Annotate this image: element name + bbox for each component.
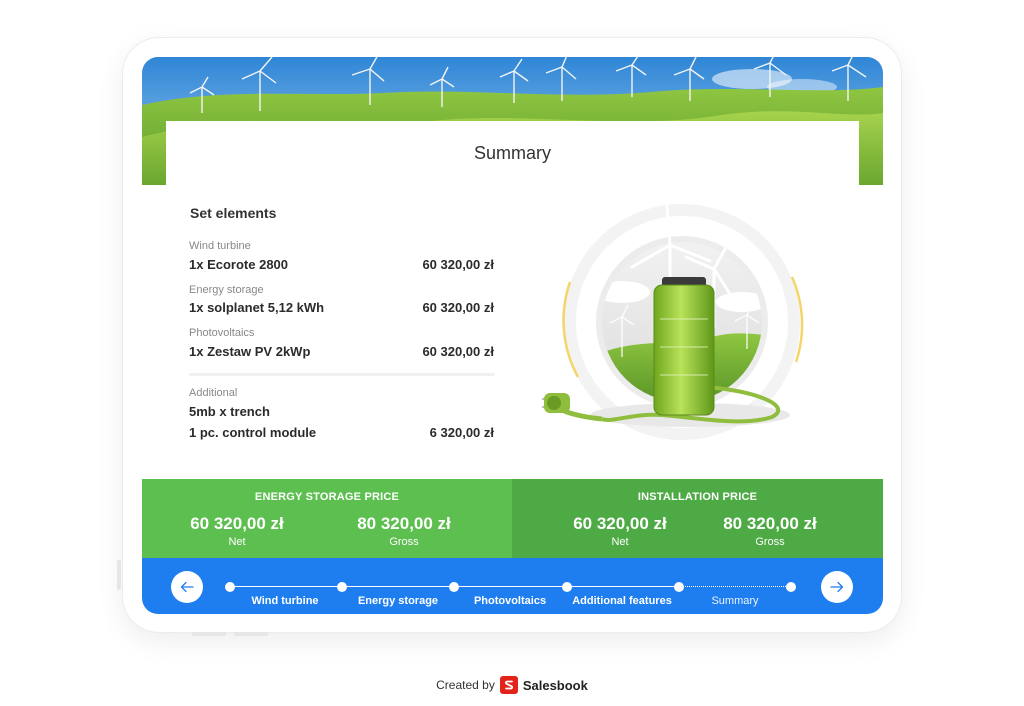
item-category: Energy storage bbox=[189, 284, 264, 296]
step-navigation: Wind turbine Energy storage Photovoltaic… bbox=[142, 558, 883, 614]
energy-storage-gross-label: Gross bbox=[389, 536, 419, 548]
installation-gross-label: Gross bbox=[755, 536, 785, 548]
step-label-additional-features[interactable]: Additional features bbox=[572, 595, 672, 607]
energy-storage-net-value: 60 320,00 zł bbox=[190, 514, 284, 533]
set-elements-heading: Set elements bbox=[190, 205, 277, 221]
step-label-wind-turbine[interactable]: Wind turbine bbox=[251, 595, 318, 607]
progress-line-remaining bbox=[680, 586, 792, 587]
tablet-bottom-button bbox=[192, 632, 226, 636]
installation-price-panel: INSTALLATION PRICE 60 320,00 zł Net 80 3… bbox=[512, 479, 883, 558]
brand-name: Salesbook bbox=[522, 677, 588, 693]
arrow-left-icon bbox=[180, 581, 194, 593]
item-category: Additional bbox=[189, 387, 238, 399]
prev-step-button[interactable] bbox=[171, 571, 203, 603]
item-price: 60 320,00 zł bbox=[422, 344, 494, 359]
energy-storage-illustration bbox=[536, 187, 832, 457]
installation-price-title: INSTALLATION PRICE bbox=[637, 491, 758, 503]
energy-storage-gross-value: 80 320,00 zł bbox=[357, 514, 451, 533]
created-by-text: Created by bbox=[436, 678, 495, 692]
tablet-bottom-button bbox=[234, 632, 268, 636]
item-name: 1x Zestaw PV 2kWp bbox=[189, 344, 311, 359]
installation-net-value: 60 320,00 zł bbox=[573, 514, 667, 533]
item-name: 5mb x trench bbox=[189, 404, 270, 419]
step-dot-summary[interactable] bbox=[674, 582, 684, 592]
step-dot-additional-features[interactable] bbox=[562, 582, 572, 592]
item-category: Wind turbine bbox=[189, 240, 251, 252]
step-dot-photovoltaics[interactable] bbox=[449, 582, 459, 592]
tablet-screen: Summary Set elements Wind turbine 1x Eco… bbox=[142, 57, 883, 614]
installation-net-label: Net bbox=[611, 536, 629, 548]
installation-gross-value: 80 320,00 zł bbox=[723, 514, 817, 533]
item-name: 1x solplanet 5,12 kWh bbox=[189, 300, 325, 315]
energy-storage-net-label: Net bbox=[228, 536, 246, 548]
item-price: 60 320,00 zł bbox=[422, 257, 494, 272]
item-category: Photovoltaics bbox=[189, 327, 255, 339]
divider bbox=[189, 373, 495, 376]
step-dot-wind-turbine[interactable] bbox=[225, 582, 235, 592]
item-name: 1x Ecorote 2800 bbox=[189, 257, 289, 272]
item-price: 6 320,00 zł bbox=[429, 425, 494, 440]
step-dot-end bbox=[786, 582, 796, 592]
arrow-right-icon bbox=[830, 581, 844, 593]
step-label-photovoltaics[interactable]: Photovoltaics bbox=[474, 595, 546, 607]
energy-storage-price-title: ENERGY STORAGE PRICE bbox=[254, 491, 400, 503]
step-label-summary[interactable]: Summary bbox=[711, 595, 758, 607]
step-label-energy-storage[interactable]: Energy storage bbox=[358, 595, 438, 607]
step-dot-energy-storage[interactable] bbox=[337, 582, 347, 592]
item-name: 1 pc. control module bbox=[189, 425, 317, 440]
energy-storage-price-panel: ENERGY STORAGE PRICE 60 320,00 zł Net 80… bbox=[142, 479, 512, 558]
salesbook-logo-icon bbox=[499, 676, 518, 694]
tablet-side-button bbox=[117, 560, 121, 590]
next-step-button[interactable] bbox=[821, 571, 853, 603]
item-price: 60 320,00 zł bbox=[422, 300, 494, 315]
page-title: Summary bbox=[473, 143, 551, 163]
footer: Created by Salesbook bbox=[0, 676, 1024, 694]
